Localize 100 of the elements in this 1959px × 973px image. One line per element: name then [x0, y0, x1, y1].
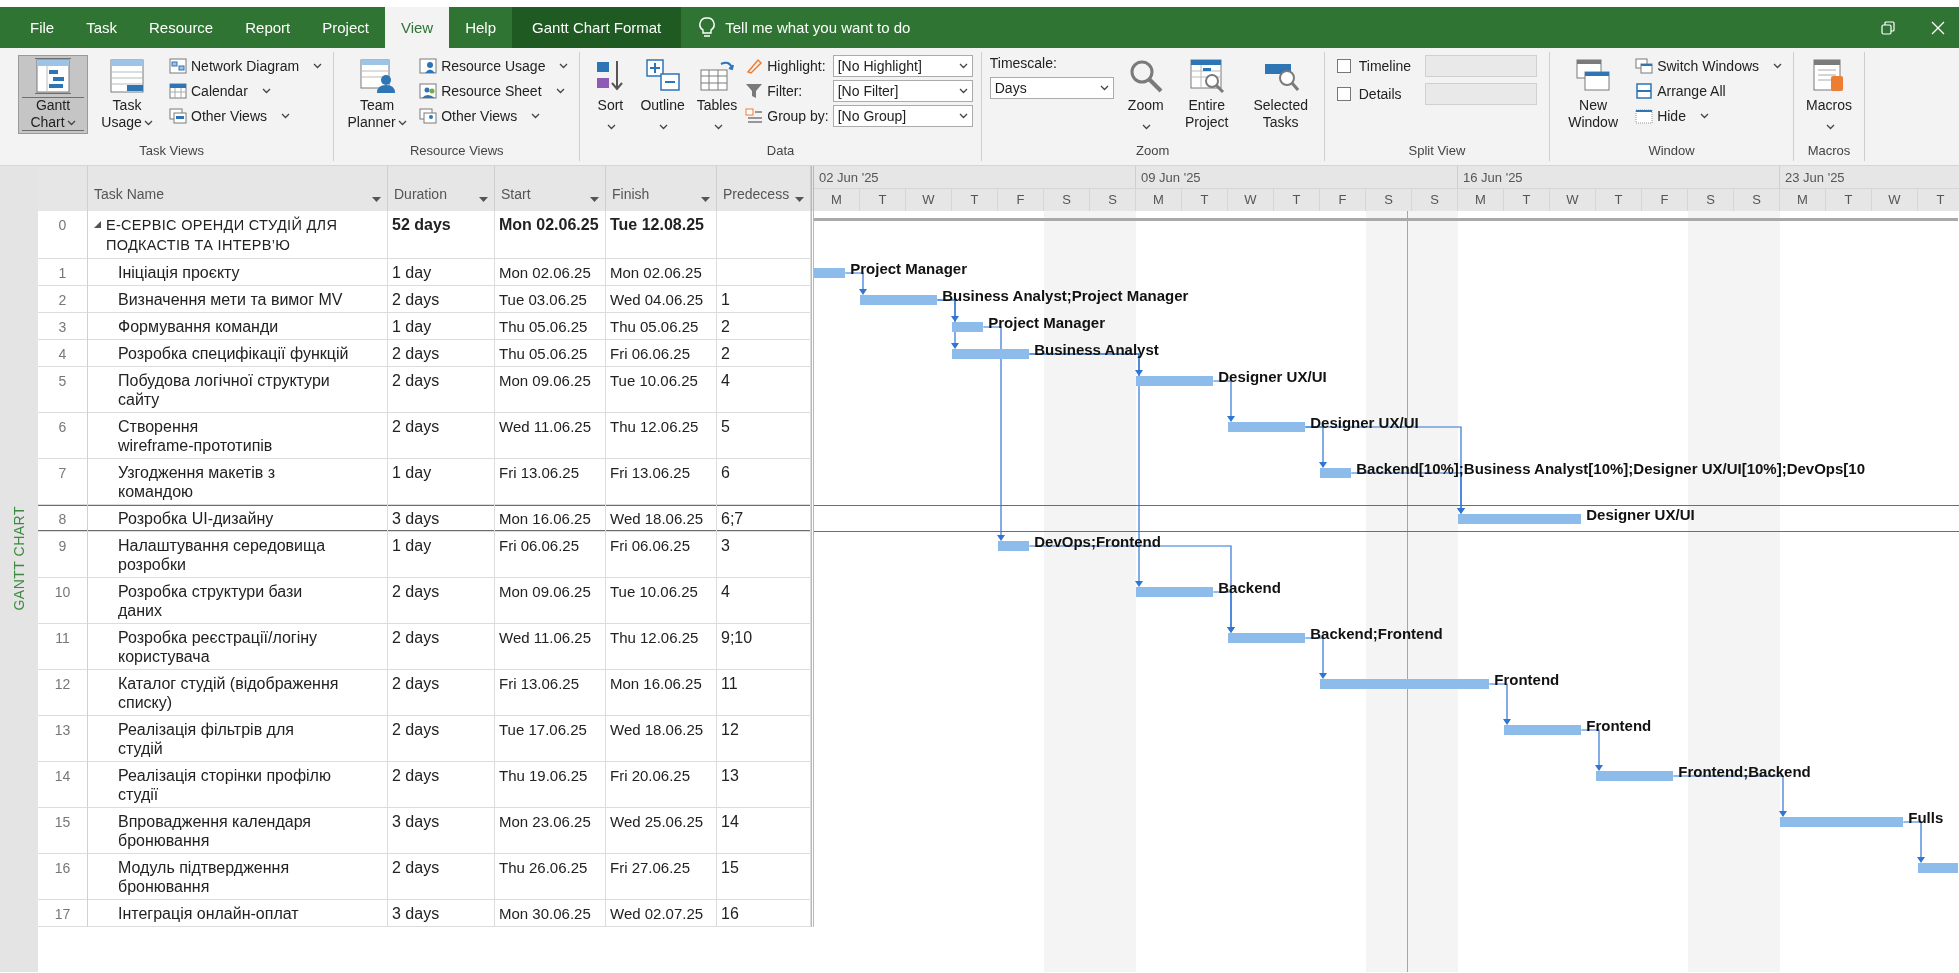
checkbox[interactable] — [1336, 87, 1351, 101]
ribbon-button[interactable]: Macros — [1802, 55, 1856, 137]
caret-icon — [372, 197, 381, 202]
checkbox[interactable] — [1336, 59, 1351, 73]
ribbon-button[interactable]: Entire Project — [1171, 55, 1242, 134]
dropdown-field[interactable]: [No Highlight] — [832, 55, 973, 77]
day-label: W — [1566, 191, 1579, 207]
group-label: Macros — [1806, 143, 1852, 160]
ribbon-button[interactable]: Tables — [692, 55, 742, 137]
table-cell: Tue 10.06.25 — [606, 578, 717, 624]
resource-label: Frontend;Backend — [1678, 763, 1811, 780]
task-bar[interactable] — [1596, 771, 1674, 781]
task-bar[interactable] — [1504, 725, 1582, 735]
close-icon — [1931, 20, 1945, 35]
day-label: T — [1614, 191, 1623, 207]
table-cell: 2 days — [388, 578, 495, 624]
task-bar[interactable] — [1780, 817, 1904, 827]
day-label: M — [1153, 191, 1164, 207]
row-number: 11 — [55, 630, 70, 646]
dropdown-field[interactable]: Days — [989, 77, 1114, 99]
ribbon-button[interactable]: Arrange All — [1632, 80, 1786, 102]
ribbon-button[interactable]: Sort — [588, 55, 633, 137]
task-bar[interactable] — [1918, 863, 1958, 873]
table-cell: 2 days — [388, 367, 495, 413]
view-label: GANTT CHART — [11, 506, 27, 611]
collapse-icon[interactable] — [94, 221, 101, 228]
day-label: T — [1200, 191, 1209, 207]
ribbon-button[interactable]: Other Views — [416, 105, 572, 127]
week-label: 23 Jun '25 — [1785, 170, 1845, 185]
table-icon — [109, 58, 145, 94]
row-number: 9 — [58, 538, 67, 554]
task-name: Е-СЕРВІС ОРЕНДИ СТУДІЙ ДЛЯ ПОДКАСТІВ ТА ІНТЕРВ’Ю — [106, 215, 338, 255]
resource-label: Backend[10%];Business Analyst[10%];Designer UX/UI[10%];DevOps[10 — [1356, 460, 1866, 477]
views-icon — [419, 108, 438, 124]
restore-icon — [1881, 20, 1895, 35]
table-cell: 2 days — [388, 854, 495, 900]
day-label: S — [1062, 191, 1071, 207]
ribbon-button[interactable]: Resource Sheet — [416, 80, 572, 102]
ribbon-button[interactable]: Network Diagram — [166, 55, 326, 77]
ribbon-tab[interactable]: Help — [449, 7, 513, 48]
task-bar[interactable] — [814, 268, 846, 278]
ribbon-button[interactable]: Team Planner — [342, 55, 413, 134]
hide-icon — [1635, 108, 1654, 124]
task-bar[interactable] — [1458, 514, 1582, 524]
resource-label: Fulls — [1908, 809, 1944, 826]
ribbon-button[interactable]: Hide — [1632, 105, 1786, 127]
table-cell: 52 days — [388, 211, 495, 259]
summary-bar[interactable] — [814, 218, 1958, 221]
table-cell: 15 — [717, 854, 811, 900]
ribbon-tab[interactable]: Project — [306, 7, 385, 48]
day-label: T — [1936, 191, 1945, 207]
ribbon-tab[interactable]: Task — [70, 7, 133, 48]
caret-icon — [701, 197, 710, 202]
ribbon-button[interactable]: Task Usage — [92, 55, 162, 134]
caret-icon — [397, 120, 407, 127]
task-bar[interactable] — [1228, 422, 1306, 432]
ribbon-button[interactable]: Zoom — [1123, 55, 1168, 137]
ribbon-tab[interactable]: Resource — [133, 7, 230, 48]
task-bar[interactable] — [1320, 679, 1490, 689]
ribbon-button[interactable]: Outline — [636, 55, 689, 137]
ribbon-tab[interactable]: View — [384, 7, 450, 48]
dropdown-field[interactable]: [No Filter] — [832, 80, 973, 102]
task-bar[interactable] — [1320, 468, 1352, 478]
ribbon-button[interactable]: Selected Tasks — [1245, 55, 1316, 134]
ribbon-button[interactable]: Resource Usage — [416, 55, 572, 77]
day-label: F — [1660, 191, 1669, 207]
tell-me-field[interactable]: Tell me what you want to do — [725, 15, 986, 40]
ribbon-button[interactable]: Gantt Chart — [18, 55, 88, 134]
table-cell: Wed 04.06.25 — [606, 286, 717, 313]
ribbon-tab[interactable]: Gantt Chart Format — [512, 7, 682, 48]
table-cell: 2 days — [388, 762, 495, 808]
caret-icon — [281, 113, 290, 119]
row-number: 8 — [58, 511, 67, 527]
network-diagram-icon — [169, 58, 187, 74]
switch-windows-icon — [1635, 58, 1654, 74]
task-bar[interactable] — [952, 349, 1030, 359]
ribbon-button[interactable]: Calendar — [166, 80, 326, 102]
ribbon-button[interactable]: New Window — [1558, 55, 1629, 134]
row-number: 1 — [58, 265, 67, 281]
table-cell: Mon 02.06.25 — [495, 211, 606, 259]
task-bar[interactable] — [1136, 587, 1214, 597]
task-bar[interactable] — [860, 295, 938, 305]
caret-icon — [555, 88, 565, 94]
caret-icon — [66, 120, 76, 127]
day-label: S — [1384, 191, 1393, 207]
ribbon-button[interactable]: Other Views — [166, 105, 326, 127]
table-cell: 16 — [717, 900, 811, 927]
task-bar[interactable] — [1136, 376, 1214, 386]
day-label: M — [1475, 191, 1486, 207]
row-number: 12 — [54, 676, 71, 692]
dropdown-field[interactable]: [No Group] — [832, 105, 973, 127]
caret-icon — [531, 113, 541, 119]
table-cell: 2 — [717, 313, 811, 340]
ribbon-tab[interactable]: Report — [229, 7, 307, 48]
ribbon-tab[interactable]: File — [14, 7, 71, 48]
task-bar[interactable] — [998, 541, 1030, 551]
task-bar[interactable] — [1228, 633, 1306, 643]
ribbon-button[interactable]: Switch Windows — [1632, 55, 1786, 77]
table-cell: 2 days — [388, 624, 495, 670]
task-bar[interactable] — [952, 322, 984, 332]
